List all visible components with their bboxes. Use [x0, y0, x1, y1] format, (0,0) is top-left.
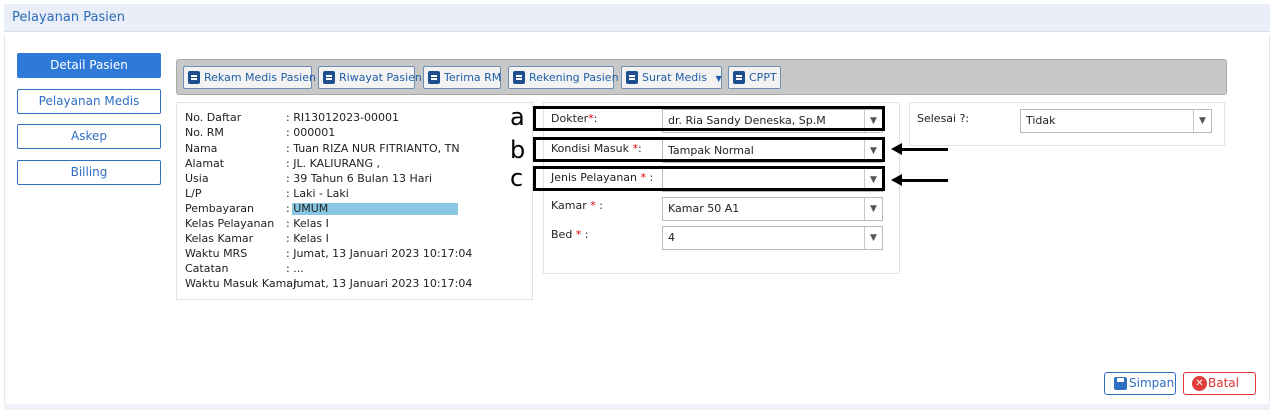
arrow-left-icon	[891, 143, 902, 155]
dokter-select[interactable]: dr. Ria Sandy Deneska, Sp.M ▼	[662, 109, 883, 133]
kamar-label: Kamar * :	[551, 199, 603, 212]
selesai-label: Selesai ?:	[917, 112, 970, 125]
info-label: No. Daftar	[185, 111, 242, 124]
info-label: Waktu MRS	[185, 247, 248, 260]
chevron-down-icon: ▼	[864, 198, 882, 220]
bed-label-text: Bed	[551, 228, 576, 241]
bed-value: 4	[668, 231, 675, 244]
chevron-down-icon: ▼	[864, 227, 882, 249]
required-mark: *	[590, 199, 596, 212]
info-value: : UMUM	[286, 202, 329, 215]
annotation-arrow-c-line	[900, 179, 948, 182]
kamar-label-text: Kamar	[551, 199, 591, 212]
info-value: : ...	[286, 262, 304, 275]
notes-icon	[733, 71, 745, 84]
info-label: Alamat	[185, 157, 225, 170]
annotation-letter-b: b	[510, 136, 526, 164]
rekening-pasien-button[interactable]: Rekening Pasien	[508, 66, 619, 89]
kondisi-masuk-select[interactable]: Tampak Normal ▼	[662, 139, 883, 163]
info-value: : Tuan RIZA NUR FITRIANTO, TN	[286, 142, 460, 155]
cancel-button[interactable]: ✕ Batal	[1183, 372, 1256, 395]
info-value: : Jumat, 13 Januari 2023 10:17:04	[286, 277, 473, 290]
chevron-down-icon: ▼	[864, 140, 882, 162]
dokter-label: Dokter*:	[551, 112, 598, 125]
info-value: : 000001	[286, 126, 336, 139]
cancel-label: Batal	[1208, 376, 1239, 390]
dokter-value: dr. Ria Sandy Deneska, Sp.M	[668, 114, 826, 127]
selesai-select[interactable]: Tidak ▼	[1020, 109, 1212, 133]
save-icon	[1114, 377, 1127, 390]
info-value: : Kelas I	[286, 217, 329, 230]
info-value: : Jumat, 13 Januari 2023 10:17:04	[286, 247, 473, 260]
bottom-strip	[4, 404, 1270, 410]
info-label: No. RM	[185, 126, 224, 139]
kondisi-label-text: Kondisi Masuk	[551, 142, 633, 155]
info-value: : 39 Tahun 6 Bulan 13 Hari	[286, 172, 433, 185]
sidebar-item-pelayanan-medis[interactable]: Pelayanan Medis	[17, 89, 161, 114]
info-value: : JL. KALIURANG ,	[286, 157, 381, 170]
info-label: Kelas Kamar	[185, 232, 254, 245]
jenis-pelayanan-select[interactable]: ▼	[662, 168, 883, 192]
surat-medis-label: Surat Medis	[642, 71, 708, 84]
chevron-down-icon: ▼	[1193, 110, 1211, 132]
required-mark: *	[575, 228, 582, 241]
rekam-medis-label: Rekam Medis Pasien	[204, 71, 316, 84]
selesai-value: Tidak	[1026, 114, 1056, 127]
info-label: Nama	[185, 142, 218, 155]
terima-rm-label: Terima RM	[444, 71, 502, 84]
history-icon	[323, 71, 335, 84]
info-label: L/P	[185, 187, 202, 200]
annotation-letter-c: c	[510, 164, 524, 192]
rekening-label: Rekening Pasien	[529, 71, 619, 84]
required-mark: *	[632, 142, 639, 155]
kamar-select[interactable]: Kamar 50 A1 ▼	[662, 197, 883, 221]
app-window: Pelayanan Pasien Detail Pasien Pelayanan…	[0, 0, 1276, 410]
close-icon: ✕	[1192, 376, 1207, 391]
document-icon	[626, 71, 638, 84]
sidebar-item-askep[interactable]: Askep	[17, 124, 161, 149]
riwayat-pasien-button[interactable]: Riwayat Pasien	[318, 66, 422, 89]
save-button[interactable]: Simpan	[1104, 372, 1176, 395]
required-mark: *	[588, 112, 594, 125]
toolbar: Rekam Medis Pasien Riwayat Pasien Terima…	[176, 59, 1227, 95]
rekam-medis-pasien-button[interactable]: Rekam Medis Pasien	[183, 66, 316, 89]
surat-medis-dropdown[interactable]: Surat Medis ▼	[621, 66, 722, 89]
required-mark: *	[640, 171, 647, 184]
sidebar-item-detail-pasien[interactable]: Detail Pasien	[17, 53, 161, 78]
info-value: : Laki - Laki	[286, 187, 349, 200]
bed-label: Bed * :	[551, 228, 589, 241]
info-value: : RI13012023-00001	[286, 111, 400, 124]
riwayat-label: Riwayat Pasien	[339, 71, 422, 84]
save-label: Simpan	[1129, 376, 1175, 390]
bed-select[interactable]: 4 ▼	[662, 226, 883, 250]
clipboard-icon	[188, 71, 200, 84]
cppt-button[interactable]: CPPT	[728, 66, 781, 89]
chevron-down-icon: ▼	[864, 110, 882, 132]
kondisi-masuk-label: Kondisi Masuk *:	[551, 142, 642, 155]
caret-down-icon: ▼	[715, 74, 722, 83]
terima-rm-button[interactable]: Terima RM	[423, 66, 501, 89]
jenis-pelayanan-label: Jenis Pelayanan * :	[551, 171, 654, 184]
page-title: Pelayanan Pasien	[12, 10, 126, 25]
cppt-label: CPPT	[749, 71, 777, 84]
chevron-down-icon: ▼	[864, 169, 882, 191]
jenis-label-text: Jenis Pelayanan	[551, 171, 641, 184]
wallet-icon	[513, 71, 525, 84]
dokter-label-text: Dokter	[551, 112, 589, 125]
info-label: Usia	[185, 172, 209, 185]
info-label: Kelas Pelayanan	[185, 217, 275, 230]
receive-icon	[428, 71, 440, 84]
kondisi-value: Tampak Normal	[668, 144, 754, 157]
title-bar: Pelayanan Pasien	[4, 4, 1270, 32]
annotation-letter-a: a	[510, 103, 525, 131]
arrow-left-icon	[891, 174, 902, 186]
info-label: Waktu Masuk Kamar	[185, 277, 298, 290]
annotation-arrow-b-line	[900, 148, 948, 151]
kamar-value: Kamar 50 A1	[668, 202, 740, 215]
sidebar-item-billing[interactable]: Billing	[17, 160, 161, 185]
info-value: : Kelas I	[286, 232, 329, 245]
info-label: Catatan	[185, 262, 229, 275]
info-label: Pembayaran	[185, 202, 254, 215]
